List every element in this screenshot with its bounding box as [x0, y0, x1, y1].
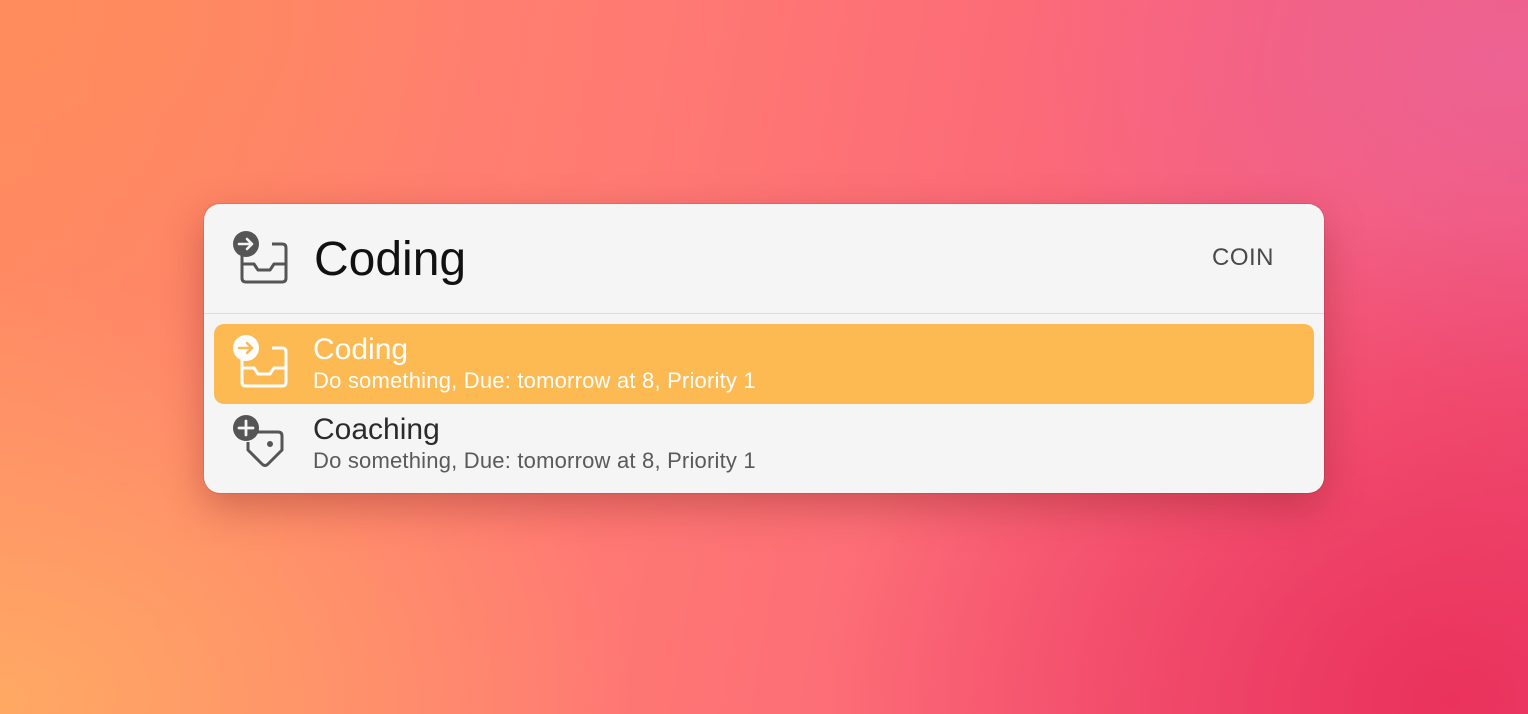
result-subtitle: Do something, Due: tomorrow at 8, Priori… — [313, 368, 756, 393]
result-title: Coaching — [313, 413, 440, 446]
result-title: Coding — [313, 333, 409, 366]
inbox-arrow-icon — [232, 334, 288, 390]
result-item-coaching[interactable]: Coaching Do something, Due: tomorrow at … — [214, 404, 1314, 484]
results-list: Coding Do something, Due: tomorrow at 8,… — [214, 324, 1314, 484]
tag-plus-icon — [232, 414, 288, 470]
inbox-arrow-icon — [232, 230, 288, 286]
hotkey-label: COIN — [1212, 244, 1274, 271]
search-input[interactable] — [314, 230, 1114, 290]
result-subtitle: Do something, Due: tomorrow at 8, Priori… — [313, 448, 756, 473]
result-item-coding[interactable]: Coding Do something, Due: tomorrow at 8,… — [214, 324, 1314, 404]
launcher-window: COIN Coding Do something, Due: tomorrow … — [204, 204, 1324, 493]
search-bar: COIN — [204, 204, 1324, 314]
